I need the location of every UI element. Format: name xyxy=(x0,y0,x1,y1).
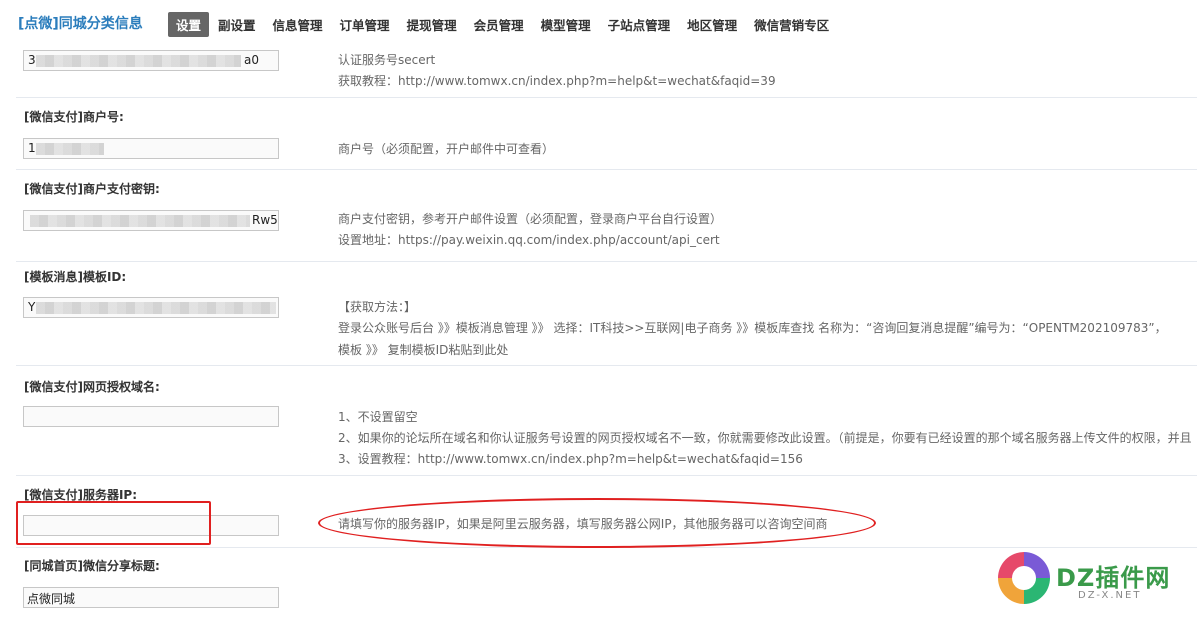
oauth-help-2: 2、如果你的论坛所在域名和你认证服务号设置的网页授权域名不一致，你就需要修改此设… xyxy=(338,431,1192,445)
setting-row-template: [模板消息]模板ID: Y 【获取方法：】 登录公众账号后台 》》模板消息管理 … xyxy=(16,262,1197,366)
highlight-ellipse xyxy=(318,498,876,548)
share-title-value: 点微同城 xyxy=(27,592,76,606)
share-title-input[interactable]: 点微同城 xyxy=(23,587,279,608)
nav-settings[interactable]: 设置 xyxy=(168,12,210,37)
paykey-label: [微信支付]商户支付密钥: xyxy=(24,182,160,196)
mchid-value-start: 1 xyxy=(28,141,36,155)
nav-member-manage[interactable]: 会员管理 xyxy=(466,12,532,37)
template-label: [模板消息]模板ID: xyxy=(24,270,127,284)
paykey-help-1: 商户支付密钥，参考开户邮件设置（必须配置，登录商户平台自行设置） xyxy=(338,212,723,226)
nav-substation-manage[interactable]: 子站点管理 xyxy=(600,12,679,37)
setting-row-oauth: [微信支付]网页授权域名: 1、不设置留空 2、如果你的论坛所在域名和你认证服务… xyxy=(16,366,1197,476)
highlight-rectangle xyxy=(16,501,211,545)
oauth-help-3: 3、设置教程：http://www.tomwx.cn/index.php?m=h… xyxy=(338,452,803,466)
mchid-help: 商户号（必须配置，开户邮件中可查看） xyxy=(338,142,555,156)
nav-region-manage[interactable]: 地区管理 xyxy=(679,12,745,37)
nav-info-manage[interactable]: 信息管理 xyxy=(265,12,331,37)
template-input[interactable]: Y xyxy=(23,297,279,318)
template-value-start: Y xyxy=(28,300,36,314)
mchid-input[interactable]: 1 xyxy=(23,138,279,159)
setting-row-paykey: [微信支付]商户支付密钥: Rw5 商户支付密钥，参考开户邮件设置（必须配置，登… xyxy=(16,170,1197,262)
redacted-mask xyxy=(36,143,104,155)
oauth-help-1: 1、不设置留空 xyxy=(338,410,418,424)
secret-help-1: 认证服务号secert xyxy=(338,53,436,67)
setting-row-secret: 3 a0 认证服务号secert 获取教程：http://www.tomwx.c… xyxy=(16,46,1197,98)
watermark-subtext: DZ-X.NET xyxy=(1078,590,1142,601)
top-nav-bar: [点微]同城分类信息 设置 副设置 信息管理 订单管理 提现管理 会员管理 模型… xyxy=(0,0,1197,46)
oauth-domain-input[interactable] xyxy=(23,406,279,427)
app-title: [点微]同城分类信息 xyxy=(18,16,143,32)
watermark-text: DZ插件网 xyxy=(1056,564,1171,592)
paykey-input[interactable]: Rw5 xyxy=(23,210,279,231)
oauth-label: [微信支付]网页授权域名: xyxy=(24,380,160,394)
secret-value-end: a0 xyxy=(244,53,259,67)
redacted-mask xyxy=(36,55,241,67)
nav-wechat-marketing[interactable]: 微信营销专区 xyxy=(746,12,837,37)
share-title-label: [同城首页]微信分享标题: xyxy=(24,559,160,573)
secret-help-2: 获取教程：http://www.tomwx.cn/index.php?m=hel… xyxy=(338,74,776,88)
setting-row-mchid: [微信支付]商户号: 1 商户号（必须配置，开户邮件中可查看） xyxy=(16,98,1197,170)
redacted-mask xyxy=(30,215,250,227)
template-help-3: 模板 》》 复制模板ID粘贴到此处 xyxy=(338,343,509,357)
logo-icon xyxy=(998,552,1050,604)
secret-input[interactable]: 3 a0 xyxy=(23,50,279,71)
nav-sub-settings[interactable]: 副设置 xyxy=(210,12,264,37)
paykey-help-2: 设置地址：https://pay.weixin.qq.com/index.php… xyxy=(338,233,720,247)
watermark-logo: DZ插件网 DZ-X.NET xyxy=(998,550,1188,610)
template-help-1: 【获取方法：】 xyxy=(338,300,417,314)
nav-order-manage[interactable]: 订单管理 xyxy=(332,12,398,37)
nav-withdraw-manage[interactable]: 提现管理 xyxy=(399,12,465,37)
secret-value-start: 3 xyxy=(28,53,36,67)
paykey-value-end: Rw5 xyxy=(252,213,278,227)
template-help-2: 登录公众账号后台 》》模板消息管理 》》 选择：IT科技>>互联网|电子商务 》… xyxy=(338,321,1167,335)
main-nav: 设置 副设置 信息管理 订单管理 提现管理 会员管理 模型管理 子站点管理 地区… xyxy=(168,12,838,37)
redacted-mask xyxy=(36,302,276,314)
nav-model-manage[interactable]: 模型管理 xyxy=(533,12,599,37)
mchid-label: [微信支付]商户号: xyxy=(24,110,124,124)
